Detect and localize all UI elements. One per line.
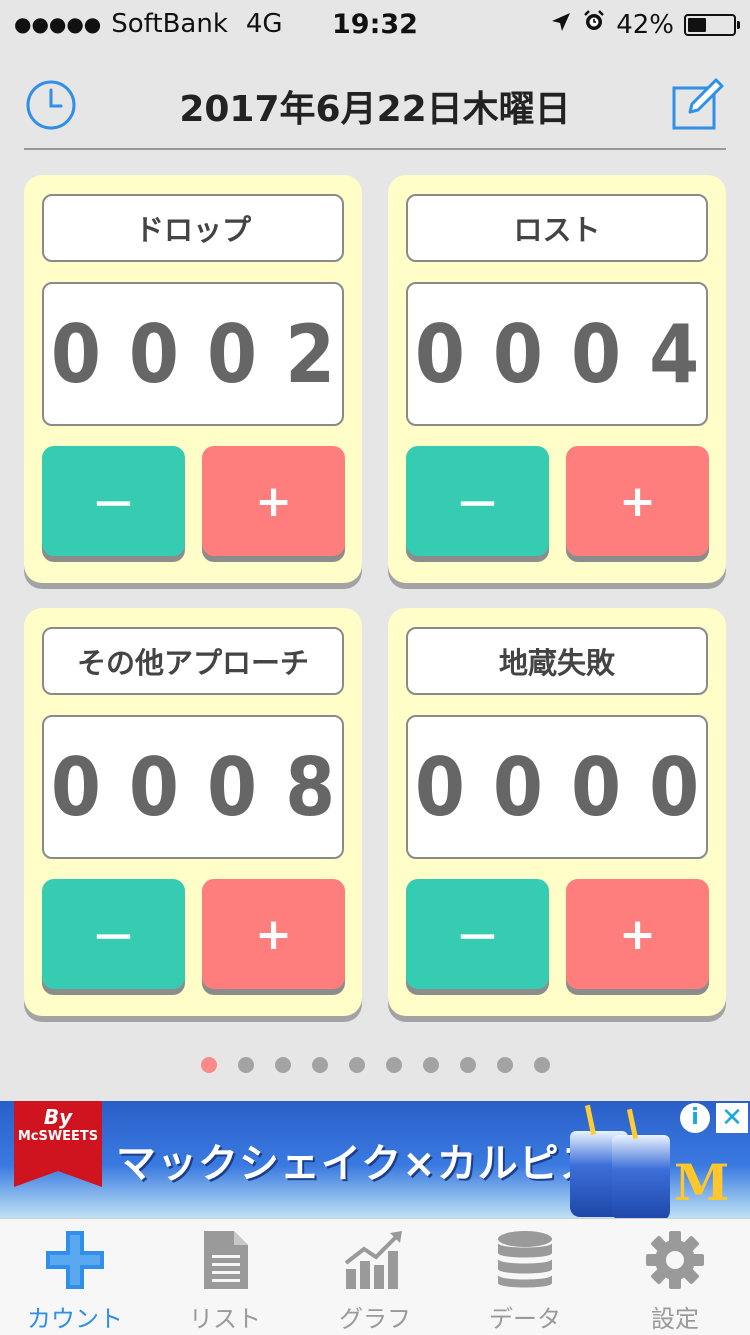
- plus-icon: +: [255, 908, 292, 960]
- counter-card-4: 地蔵失敗 0000 － +: [388, 608, 726, 1016]
- counter-display: 0008: [42, 715, 344, 859]
- page-dot[interactable]: [533, 1057, 550, 1073]
- counter-card-1: ドロップ 0002 － +: [24, 175, 362, 583]
- minus-icon: －: [455, 480, 500, 531]
- plus-icon: +: [619, 475, 656, 527]
- decrement-button[interactable]: －: [406, 879, 549, 989]
- page-title: 2017年6月22日木曜日: [179, 89, 571, 130]
- brand-logo: By McSWEETS: [14, 1101, 102, 1187]
- counter-value: 0002: [50, 307, 364, 401]
- counter-label[interactable]: 地蔵失敗: [406, 627, 708, 695]
- ad-close-icon[interactable]: ✕: [716, 1103, 748, 1133]
- decrement-button[interactable]: －: [406, 446, 549, 556]
- plus-icon: [46, 1231, 104, 1289]
- counter-label[interactable]: その他アプローチ: [42, 627, 344, 695]
- tab-data[interactable]: データ: [450, 1219, 600, 1335]
- page-indicator[interactable]: [0, 1057, 750, 1073]
- increment-button[interactable]: +: [202, 879, 345, 989]
- increment-button[interactable]: +: [566, 879, 709, 989]
- counter-label[interactable]: ドロップ: [42, 194, 344, 262]
- status-bar: ●●●●● SoftBank 4G 19:32 42%: [0, 0, 750, 50]
- tab-label: グラフ: [339, 1305, 411, 1333]
- page-dot[interactable]: [496, 1057, 513, 1073]
- page-dot[interactable]: [422, 1057, 439, 1073]
- counter-label[interactable]: ロスト: [406, 194, 708, 262]
- tab-label: カウント: [27, 1305, 123, 1333]
- decrement-button[interactable]: －: [42, 879, 185, 989]
- minus-icon: －: [91, 480, 136, 531]
- tab-label: データ: [489, 1305, 561, 1333]
- increment-button[interactable]: +: [566, 446, 709, 556]
- minus-icon: －: [91, 913, 136, 964]
- page-dot[interactable]: [311, 1057, 328, 1073]
- tab-count[interactable]: カウント: [0, 1219, 150, 1335]
- brand-prefix: By: [43, 1105, 73, 1129]
- header-divider: [24, 148, 726, 150]
- gear-icon: [646, 1231, 704, 1289]
- tab-label: リスト: [189, 1305, 261, 1333]
- counter-display: 0004: [406, 282, 708, 426]
- battery-icon: [684, 13, 740, 36]
- header: 2017年6月22日木曜日: [0, 60, 750, 148]
- edit-icon: [672, 78, 724, 130]
- ad-headline: マックシェイク×カルピス: [116, 1141, 601, 1187]
- chart-icon: [344, 1231, 402, 1289]
- ad-info-icon[interactable]: i: [680, 1103, 710, 1133]
- page-dot[interactable]: [274, 1057, 291, 1073]
- counter-value: 0004: [414, 307, 728, 401]
- counter-display: 0000: [406, 715, 708, 859]
- golden-arches-icon: M: [674, 1153, 730, 1212]
- plus-icon: +: [255, 475, 292, 527]
- page-dot[interactable]: [459, 1057, 476, 1073]
- page-dot[interactable]: [348, 1057, 365, 1073]
- counter-display: 0002: [42, 282, 344, 426]
- battery-level: [688, 17, 706, 32]
- battery-percent: 42%: [616, 9, 674, 40]
- page-dot[interactable]: [200, 1057, 217, 1073]
- tab-bar: カウント リスト グラフ データ 設定: [0, 1218, 750, 1335]
- page-dot[interactable]: [237, 1057, 254, 1073]
- shake-cup-icon: [612, 1135, 670, 1218]
- decrement-button[interactable]: －: [42, 446, 185, 556]
- increment-button[interactable]: +: [202, 446, 345, 556]
- edit-button[interactable]: [670, 76, 726, 132]
- tab-settings[interactable]: 設定: [600, 1219, 750, 1335]
- tab-list[interactable]: リスト: [150, 1219, 300, 1335]
- database-icon: [498, 1231, 552, 1288]
- tab-label: 設定: [651, 1305, 699, 1333]
- brand-name: McSWEETS: [17, 1129, 99, 1144]
- minus-icon: －: [455, 913, 500, 964]
- page-dot[interactable]: [385, 1057, 402, 1073]
- counter-value: 0008: [50, 740, 364, 834]
- plus-icon: +: [619, 908, 656, 960]
- document-icon: [204, 1231, 248, 1289]
- location-icon: [550, 10, 572, 40]
- counter-card-3: その他アプローチ 0008 － +: [24, 608, 362, 1016]
- alarm-icon: [582, 9, 606, 40]
- ad-banner[interactable]: By McSWEETS マックシェイク×カルピス M i ✕: [0, 1101, 750, 1218]
- tab-graph[interactable]: グラフ: [300, 1219, 450, 1335]
- counter-value: 0000: [414, 740, 728, 834]
- counter-card-2: ロスト 0004 － +: [388, 175, 726, 583]
